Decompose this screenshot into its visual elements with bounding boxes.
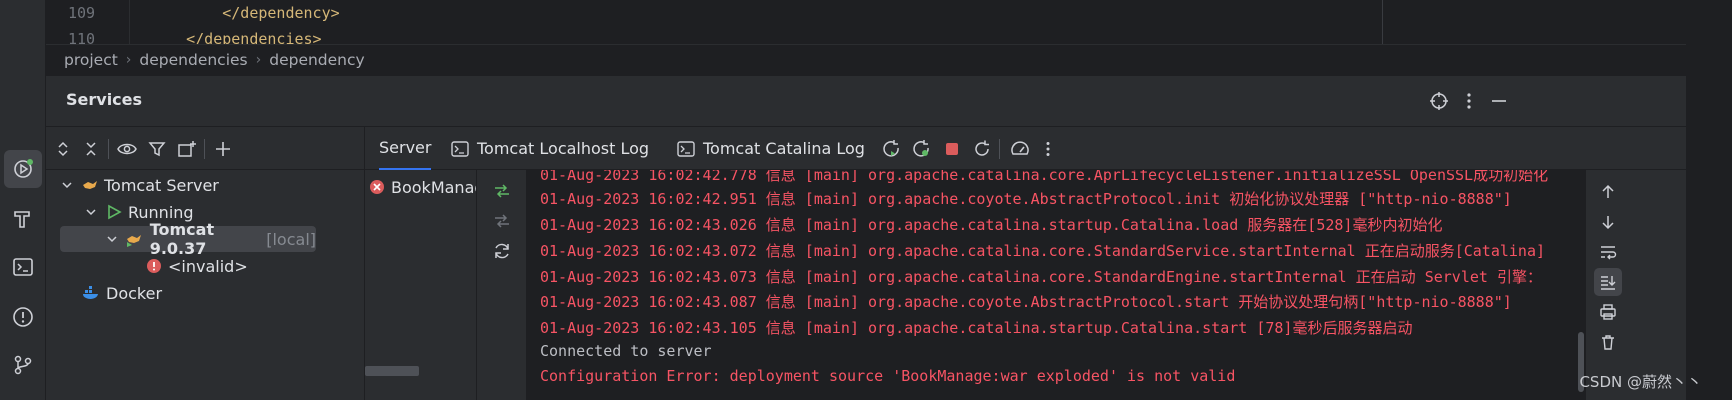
right-margin-guide	[1382, 0, 1383, 46]
chevron-right-icon: ›	[255, 52, 262, 68]
tree-node-tomcat-server[interactable]: Tomcat Server	[58, 172, 219, 198]
console-line: 01-Aug-2023 16:02:43.026 信息 [main] org.a…	[540, 216, 1443, 234]
console-line: 01-Aug-2023 16:02:42.778 信息 [main] org.a…	[540, 170, 1549, 184]
soft-wrap-icon[interactable]	[1594, 238, 1622, 266]
services-toolbar	[46, 126, 364, 170]
collapse-all-icon[interactable]	[78, 136, 104, 162]
print-icon[interactable]	[1594, 298, 1622, 326]
tab-server[interactable]: Server	[379, 127, 432, 170]
console-line: Configuration Error: deployment source '…	[540, 367, 1236, 385]
minimize-icon[interactable]	[1486, 88, 1512, 114]
error-icon	[146, 258, 162, 274]
update-app-icon[interactable]	[909, 136, 935, 162]
arrow-down-icon[interactable]	[1594, 208, 1622, 236]
deployment-name: BookManage	[391, 177, 476, 197]
code-editor[interactable]: 109 </dependency> 110 </dependencies>	[46, 0, 1686, 46]
deployment-actions	[476, 170, 526, 400]
tab-label: Tomcat Catalina Log	[703, 139, 865, 158]
filter-icon[interactable]	[144, 136, 170, 162]
tree-node-label: Running	[128, 202, 194, 222]
new-tab-icon[interactable]	[174, 136, 200, 162]
console-line: 01-Aug-2023 16:02:43.105 信息 [main] org.a…	[540, 319, 1413, 337]
watermark-text: CSDN @蔚然丶丶	[1579, 373, 1702, 391]
tree-node-tag: [local]	[266, 229, 316, 249]
log-icon	[451, 140, 469, 157]
chevron-right-icon: ›	[125, 52, 132, 68]
panel-title: Services	[66, 90, 143, 109]
chevron-down-icon[interactable]	[104, 233, 120, 245]
tab-label: Server	[379, 138, 432, 157]
tree-node-invalid-artifact[interactable]: <invalid>	[146, 253, 248, 279]
run-icon	[106, 204, 122, 220]
chevron-down-icon[interactable]	[58, 179, 76, 191]
code-line[interactable]: </dependency>	[150, 4, 339, 22]
scroll-to-end-icon[interactable]	[1594, 268, 1622, 296]
console-line: 01-Aug-2023 16:02:42.951 信息 [main] org.a…	[540, 190, 1512, 208]
tree-node-label: Tomcat Server	[104, 175, 219, 195]
tab-label: Tomcat Localhost Log	[477, 139, 650, 158]
deployment-list: BookManage	[364, 170, 476, 400]
terminal-icon[interactable]	[4, 248, 42, 286]
services-panel: Services Server Tomcat Localhost Log Tom…	[46, 75, 1686, 400]
tree-node-label: Docker	[106, 283, 163, 303]
horizontal-scrollbar[interactable]	[365, 366, 419, 376]
tomcat-icon	[82, 177, 98, 193]
chevron-down-icon[interactable]	[82, 206, 100, 218]
breadcrumb: project › dependencies › dependency	[46, 44, 1686, 75]
tab-tomcat-catalina-log[interactable]: Tomcat Catalina Log	[677, 127, 865, 170]
tree-node-tomcat-instance[interactable]: Tomcat 9.0.37 [local]	[60, 220, 316, 258]
console-line: 01-Aug-2023 16:02:43.072 信息 [main] org.a…	[540, 242, 1546, 260]
breadcrumb-item[interactable]: project	[64, 51, 118, 69]
console-line: 01-Aug-2023 16:02:43.087 信息 [main] org.a…	[540, 293, 1512, 311]
restart-icon[interactable]	[969, 136, 995, 162]
add-icon[interactable]	[210, 136, 236, 162]
tab-tomcat-localhost-log[interactable]: Tomcat Localhost Log	[451, 127, 649, 170]
expand-all-icon[interactable]	[50, 136, 76, 162]
console-toolbar: Server Tomcat Localhost Log Tomcat Catal…	[364, 126, 1686, 170]
tree-node-label: <invalid>	[168, 256, 248, 276]
error-circle-icon	[369, 179, 385, 195]
deploy-icon[interactable]	[489, 178, 515, 204]
trash-icon[interactable]	[1594, 328, 1622, 356]
console-output[interactable]: 01-Aug-2023 16:02:42.778 信息 [main] org.a…	[526, 170, 1586, 400]
arrow-up-icon[interactable]	[1594, 178, 1622, 206]
eye-icon[interactable]	[114, 136, 140, 162]
more-vertical-icon[interactable]	[1456, 88, 1482, 114]
services-tool-icon[interactable]	[4, 150, 42, 188]
undeploy-icon[interactable]	[489, 208, 515, 234]
toolbar-separator	[204, 139, 205, 159]
problems-icon[interactable]	[4, 298, 42, 336]
deployment-item[interactable]: BookManage	[369, 174, 476, 200]
git-branch-icon[interactable]	[4, 346, 42, 384]
tomcat-running-icon	[126, 231, 144, 247]
console-line: 01-Aug-2023 16:02:43.073 信息 [main] org.a…	[540, 268, 1542, 286]
console-side-actions	[1586, 170, 1630, 400]
rerun-icon[interactable]	[879, 136, 905, 162]
services-tree: Tomcat Server Running Tomcat 9.0.37 [loc…	[46, 170, 364, 400]
docker-icon	[82, 285, 100, 301]
profiler-gauge-icon[interactable]	[1007, 136, 1033, 162]
log-icon	[677, 140, 695, 157]
build-hammer-icon[interactable]	[4, 200, 42, 238]
toolbar-separator	[999, 139, 1000, 159]
breadcrumb-item[interactable]: dependencies	[139, 51, 247, 69]
stop-icon[interactable]	[939, 136, 965, 162]
tree-node-docker[interactable]: Docker	[82, 280, 162, 306]
toolbar-separator	[108, 139, 109, 159]
more-vertical-icon[interactable]	[1035, 136, 1061, 162]
crosshair-icon[interactable]	[1426, 88, 1452, 114]
line-number: 109	[68, 4, 96, 22]
breadcrumb-item[interactable]: dependency	[269, 51, 364, 69]
refresh-icon[interactable]	[489, 238, 515, 264]
tool-window-strip	[0, 0, 46, 400]
console-line: Connected to server	[540, 342, 712, 360]
